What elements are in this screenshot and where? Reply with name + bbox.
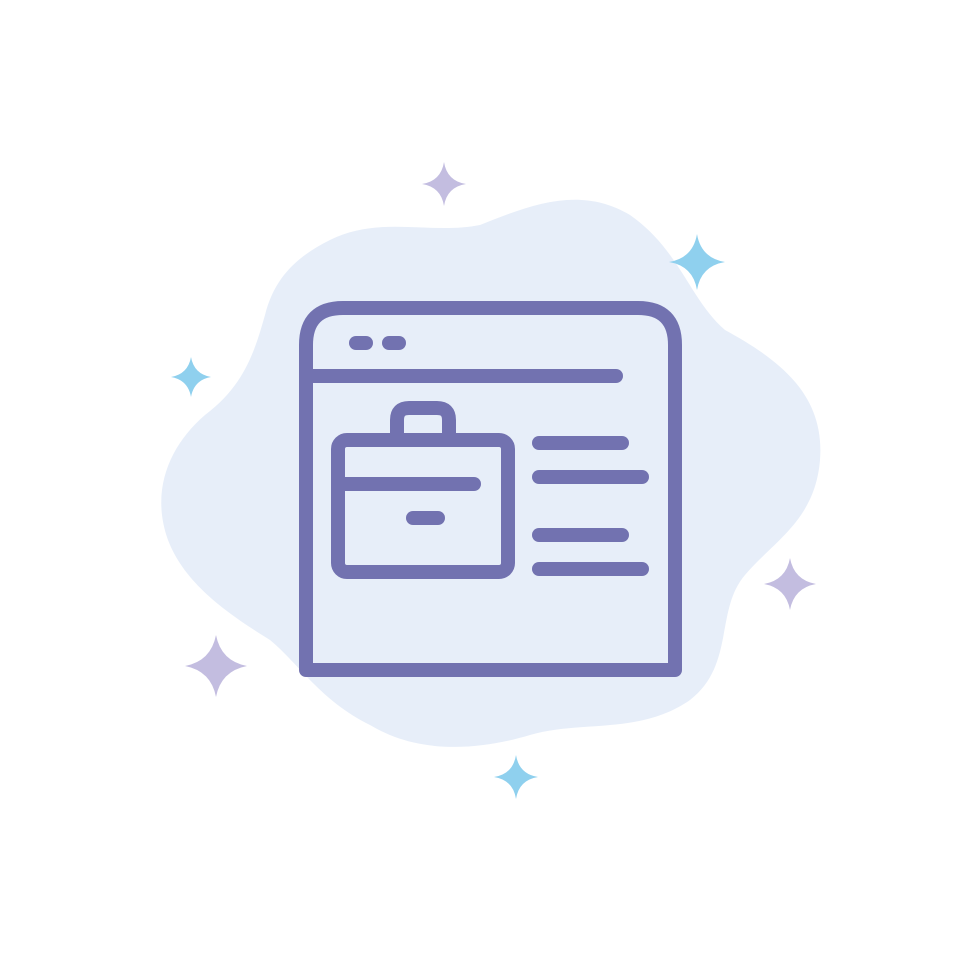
sparkle-star-right [764,558,816,610]
sparkle-star-top [422,162,466,206]
sparkle-star-bottom-left [185,635,247,697]
sparkle-star-bottom [494,755,538,799]
illustration-canvas [161,162,821,799]
sparkle-star-left [171,357,211,397]
